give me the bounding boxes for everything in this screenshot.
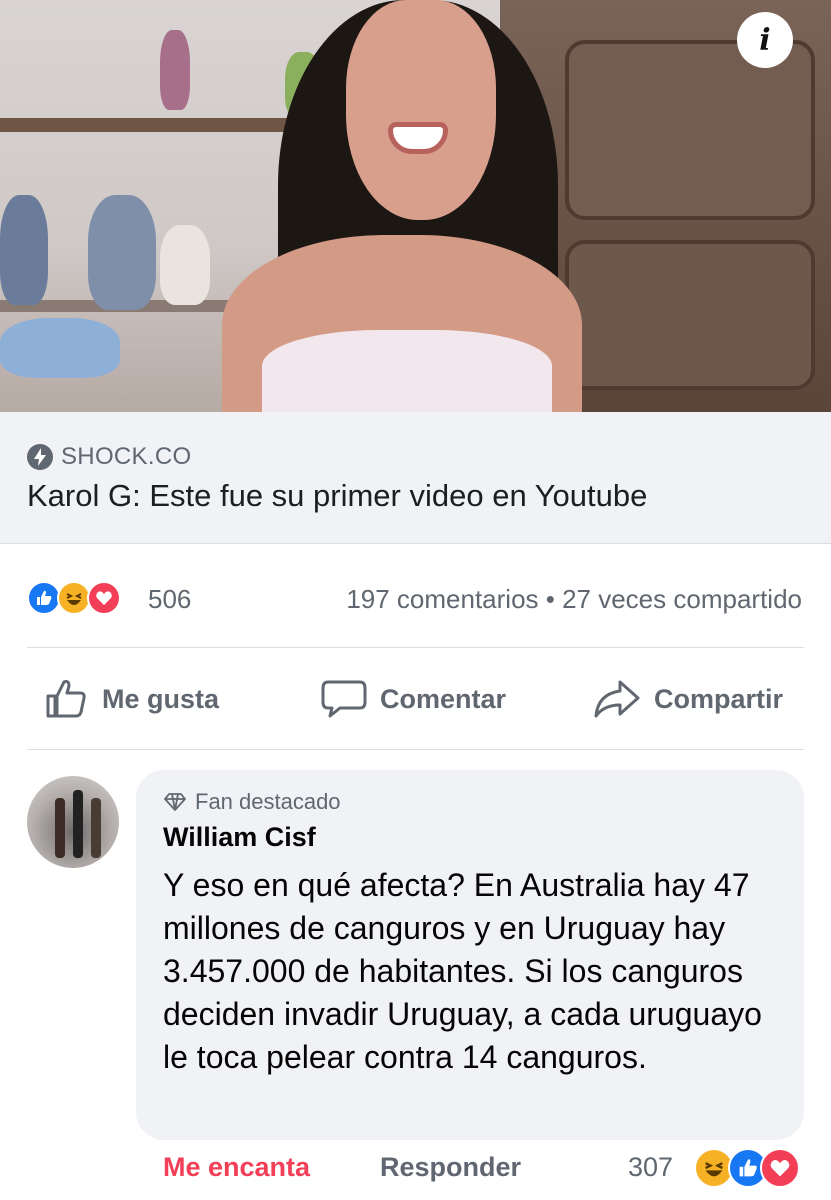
link-source-label: SHOCK.CO bbox=[61, 443, 192, 470]
comments-shares-count[interactable]: 197 comentarios • 27 veces compartido bbox=[346, 584, 802, 615]
link-preview-image[interactable]: i bbox=[0, 0, 831, 412]
love-reaction-icon bbox=[87, 581, 121, 615]
door-panel bbox=[565, 240, 815, 390]
comment-reaction-icons[interactable] bbox=[694, 1148, 804, 1188]
avatar[interactable] bbox=[27, 776, 119, 868]
share-label: Compartir bbox=[654, 683, 784, 714]
share-arrow-icon bbox=[594, 680, 640, 718]
figurine bbox=[160, 30, 190, 110]
comment-button[interactable]: Comentar bbox=[320, 676, 506, 722]
divider bbox=[27, 647, 804, 648]
love-reaction-button[interactable]: Me encanta bbox=[163, 1152, 310, 1183]
link-title[interactable]: Karol G: Este fue su primer video en You… bbox=[27, 478, 647, 514]
like-label: Me gusta bbox=[102, 683, 220, 714]
reaction-icons[interactable] bbox=[27, 581, 143, 615]
guitar bbox=[73, 790, 83, 858]
stuffed-toy bbox=[160, 225, 210, 305]
stuffed-toy bbox=[88, 195, 156, 310]
share-button[interactable]: Compartir bbox=[592, 676, 783, 722]
like-reaction-icon bbox=[27, 581, 61, 615]
speech-bubble-icon bbox=[321, 680, 367, 718]
comment-label: Comentar bbox=[380, 683, 507, 714]
bolt-icon bbox=[27, 444, 53, 470]
divider bbox=[27, 749, 804, 750]
comment-reaction-count[interactable]: 307 bbox=[628, 1152, 673, 1183]
person-face bbox=[346, 0, 496, 220]
badge-label: Fan destacado bbox=[195, 789, 341, 814]
info-icon[interactable]: i bbox=[737, 12, 793, 68]
thumbs-up-icon bbox=[46, 680, 86, 718]
diamond-icon bbox=[164, 793, 186, 811]
shelf bbox=[0, 118, 330, 132]
reply-button[interactable]: Responder bbox=[380, 1152, 521, 1183]
info-glyph: i bbox=[759, 22, 771, 58]
comment-author[interactable]: William Cisf bbox=[163, 822, 316, 853]
guitar bbox=[55, 798, 65, 858]
haha-reaction-icon bbox=[57, 581, 91, 615]
love-reaction-icon bbox=[760, 1148, 800, 1188]
reaction-count[interactable]: 506 bbox=[148, 584, 191, 615]
like-button[interactable]: Me gusta bbox=[44, 676, 219, 722]
stuffed-toy bbox=[0, 318, 120, 378]
stuffed-toy bbox=[0, 195, 48, 305]
guitar bbox=[91, 798, 101, 858]
link-source: SHOCK.CO bbox=[27, 443, 191, 471]
door-panel bbox=[565, 40, 815, 220]
top-fan-badge: Fan destacado bbox=[163, 789, 341, 815]
person-top bbox=[262, 330, 552, 412]
comment-text: Y eso en qué afecta? En Australia hay 47… bbox=[163, 867, 762, 1075]
